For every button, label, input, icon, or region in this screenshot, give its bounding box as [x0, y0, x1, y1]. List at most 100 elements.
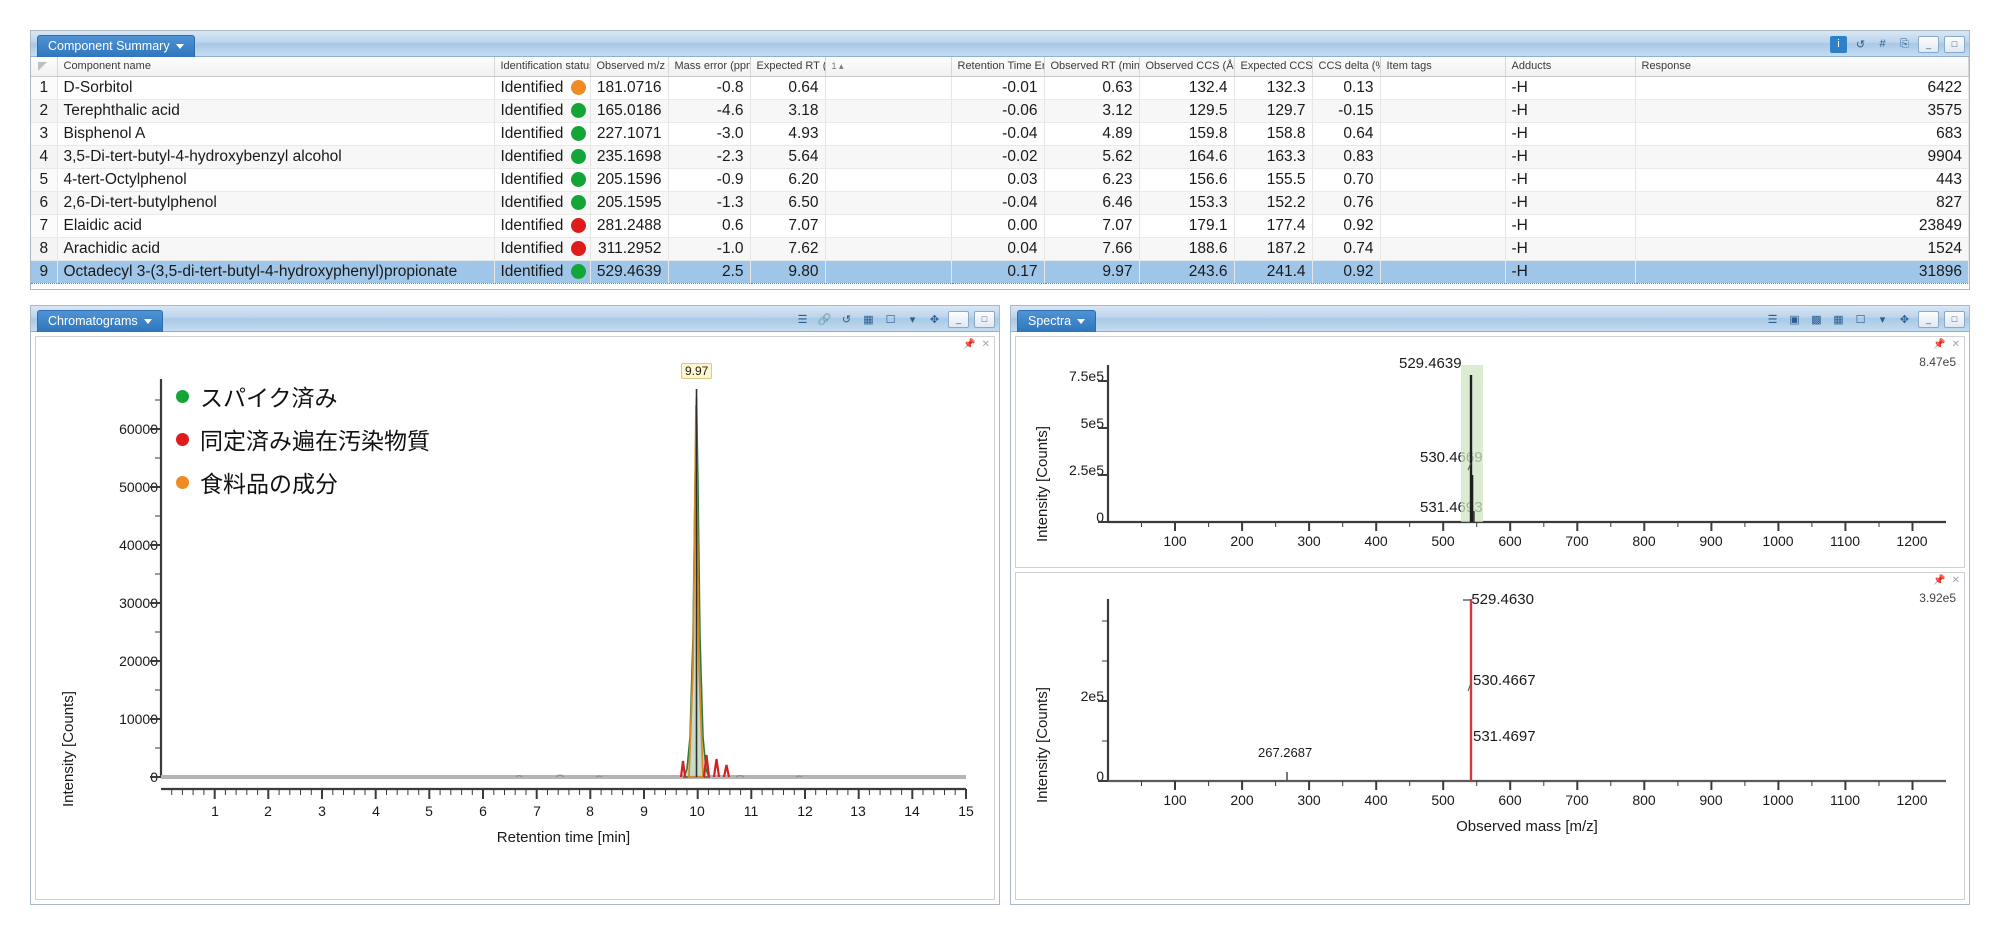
link-icon[interactable]: 🔗: [816, 311, 833, 328]
spectrum-bottom-pane[interactable]: 📌 ✕ 3.92e5 Intensity [Counts] 0 2e5 –529…: [1015, 572, 1965, 900]
table-row[interactable]: 9 Octadecyl 3-(3,5-di-tert-butyl-4-hydrox…: [31, 259, 1969, 284]
cell-observed-ccs: 156.6: [1139, 168, 1235, 192]
close-icon[interactable]: ✕: [982, 339, 990, 350]
close-icon[interactable]: ✕: [1952, 339, 1960, 350]
col-adducts[interactable]: Adducts: [1505, 57, 1636, 77]
table-row[interactable]: 2 Terephthalic acid Identified 165.0186 -4.6…: [31, 99, 1969, 123]
chromatograms-titlebar: Chromatograms ☰ 🔗 ↺ ▦ ☐ ▾ ✥ _ □: [31, 306, 999, 332]
cell-component-name[interactable]: Arachidic acid: [57, 237, 495, 261]
spectrum-top-xtick-100: 100: [1163, 533, 1187, 549]
col-observed-ccs[interactable]: Observed CCS (Å²): [1139, 57, 1235, 77]
library-icon[interactable]: ▣: [1786, 311, 1803, 328]
image-export-icon[interactable]: ☐: [1852, 311, 1869, 328]
maximize-button[interactable]: □: [974, 310, 995, 328]
cell-response: 31896: [1635, 259, 1969, 284]
refresh-icon[interactable]: ↺: [1852, 36, 1869, 53]
chromatogram-plot-pane[interactable]: 📌 ✕ Intensity [Counts] 0 10000 20000 300…: [35, 336, 995, 900]
table-row[interactable]: 1 D-Sorbitol Identified 181.0716 -0.8 0.64 -0.…: [31, 76, 1969, 100]
grid-icon[interactable]: #: [1874, 36, 1891, 53]
table-icon[interactable]: ▦: [860, 311, 877, 328]
spectrum-bottom-xtick-100: 100: [1163, 792, 1187, 808]
cell-observed-mz: 205.1596: [590, 168, 669, 192]
identification-status-label: Identified: [500, 216, 564, 234]
table-row[interactable]: 5 4-tert-Octylphenol Identified 205.1596 -0.…: [31, 168, 1969, 192]
info-icon[interactable]: i: [1830, 35, 1847, 53]
chromatogram-xtick-6: 6: [479, 803, 487, 819]
spectrum-top-pane[interactable]: 📌 ✕ 8.47e5 Intensity [Counts] 0 2.5e5 5e…: [1015, 336, 1965, 568]
col-observed-rt[interactable]: Observed RT (min): [1044, 57, 1140, 77]
table-row[interactable]: 4 3,5-Di-tert-butyl-4-hydroxybenzyl alcoh…: [31, 145, 1969, 169]
col-component-name[interactable]: Component name: [57, 57, 495, 77]
list-icon[interactable]: ☰: [794, 311, 811, 328]
export-icon[interactable]: ⎘: [1896, 36, 1913, 53]
cell-component-name[interactable]: Elaidic acid: [57, 214, 495, 238]
close-icon[interactable]: ✕: [1952, 575, 1960, 586]
minimize-button[interactable]: _: [1918, 310, 1939, 328]
move-icon[interactable]: ✥: [1896, 311, 1913, 328]
col-expected-ccs[interactable]: Expected CCS (Å²): [1234, 57, 1313, 77]
move-icon[interactable]: ✥: [926, 311, 943, 328]
spectrum-bottom-xtick-1200: 1200: [1896, 792, 1928, 808]
tab-chromatograms[interactable]: Chromatograms: [37, 309, 163, 332]
col-response[interactable]: Response: [1635, 57, 1969, 77]
pin-icon[interactable]: 📌: [1933, 339, 1945, 350]
image-export-icon[interactable]: ☐: [882, 311, 899, 328]
status-dot: [571, 195, 587, 210]
minimize-button[interactable]: _: [948, 310, 969, 328]
pin-icon[interactable]: 📌: [963, 339, 975, 350]
chart-icon[interactable]: ▩: [1808, 311, 1825, 328]
col-observed-mz[interactable]: Observed m/z: [590, 57, 669, 77]
cell-component-name[interactable]: 4-tert-Octylphenol: [57, 168, 495, 192]
cell-observed-rt: 6.23: [1044, 168, 1140, 192]
col-mass-error[interactable]: Mass error (ppm): [668, 57, 751, 77]
maximize-button[interactable]: □: [1944, 310, 1965, 328]
col-sort-indicator[interactable]: 1 ▴: [825, 57, 952, 77]
chevron-down-icon[interactable]: [1077, 318, 1086, 324]
table-row[interactable]: 6 2,6-Di-tert-butylphenol Identified 205.15…: [31, 191, 1969, 215]
cell-expected-ccs: 177.4: [1234, 214, 1313, 238]
cell-component-name[interactable]: 3,5-Di-tert-butyl-4-hydroxybenzyl alcoho…: [57, 145, 495, 169]
table-row[interactable]: 7 Elaidic acid Identified 281.2488 0.6 7.07 0.…: [31, 214, 1969, 238]
chevron-down-icon[interactable]: ▾: [1874, 311, 1891, 328]
cell-component-name[interactable]: Bisphenol A: [57, 122, 495, 146]
table-row[interactable]: 3 Bisphenol A Identified 227.1071 -3.0 4.93 -0…: [31, 122, 1969, 146]
cell-identification-status: Identified: [494, 122, 591, 146]
col-ccs-delta[interactable]: CCS delta (%): [1312, 57, 1381, 77]
cell-adducts: -H: [1505, 145, 1636, 169]
select-all-corner[interactable]: [31, 57, 58, 77]
cell-expected-ccs: 241.4: [1234, 259, 1313, 284]
chevron-down-icon[interactable]: [175, 43, 184, 49]
cell-identification-status: Identified: [494, 76, 591, 100]
chevron-down-icon[interactable]: ▾: [904, 311, 921, 328]
tab-component-summary[interactable]: Component Summary: [37, 34, 195, 57]
chromatogram-xtick-1: 1: [211, 803, 219, 819]
chromatogram-xtick-5: 5: [425, 803, 433, 819]
cell-component-name[interactable]: 2,6-Di-tert-butylphenol: [57, 191, 495, 215]
cell-ccs-delta: 0.92: [1312, 259, 1381, 284]
cell-item-tags: [1380, 191, 1506, 215]
col-retention-time-error[interactable]: Retention Time Error (min): [951, 57, 1045, 77]
table-row[interactable]: 8 Arachidic acid Identified 311.2952 -1.0 7.6…: [31, 237, 1969, 261]
spectrum-bottom-xtick-1100: 1100: [1829, 792, 1861, 808]
cell-observed-ccs: 132.4: [1139, 76, 1235, 100]
cell-spacer: [825, 76, 952, 100]
cell-component-name[interactable]: Octadecyl 3-(3,5-di-tert-butyl-4-hydroxy…: [57, 259, 495, 284]
col-expected-rt[interactable]: Expected RT (min): [750, 57, 826, 77]
minimize-button[interactable]: _: [1918, 35, 1939, 53]
cell-component-name[interactable]: Terephthalic acid: [57, 99, 495, 123]
list-icon[interactable]: ☰: [1764, 311, 1781, 328]
maximize-button[interactable]: □: [1944, 35, 1965, 53]
chevron-down-icon[interactable]: [143, 318, 152, 324]
col-identification-status[interactable]: Identification status: [494, 57, 591, 77]
spectrum-top-xtick-800: 800: [1632, 533, 1656, 549]
row-index: 6: [31, 191, 58, 215]
table-icon[interactable]: ▦: [1830, 311, 1847, 328]
col-item-tags[interactable]: Item tags: [1380, 57, 1506, 77]
pin-icon[interactable]: 📌: [1933, 575, 1945, 586]
tab-spectra[interactable]: Spectra: [1017, 309, 1097, 332]
row-index: 8: [31, 237, 58, 261]
spectrum-top-xtick-1100: 1100: [1829, 533, 1861, 549]
cell-response: 683: [1635, 122, 1969, 146]
undo-icon[interactable]: ↺: [838, 311, 855, 328]
cell-component-name[interactable]: D-Sorbitol: [57, 76, 495, 100]
